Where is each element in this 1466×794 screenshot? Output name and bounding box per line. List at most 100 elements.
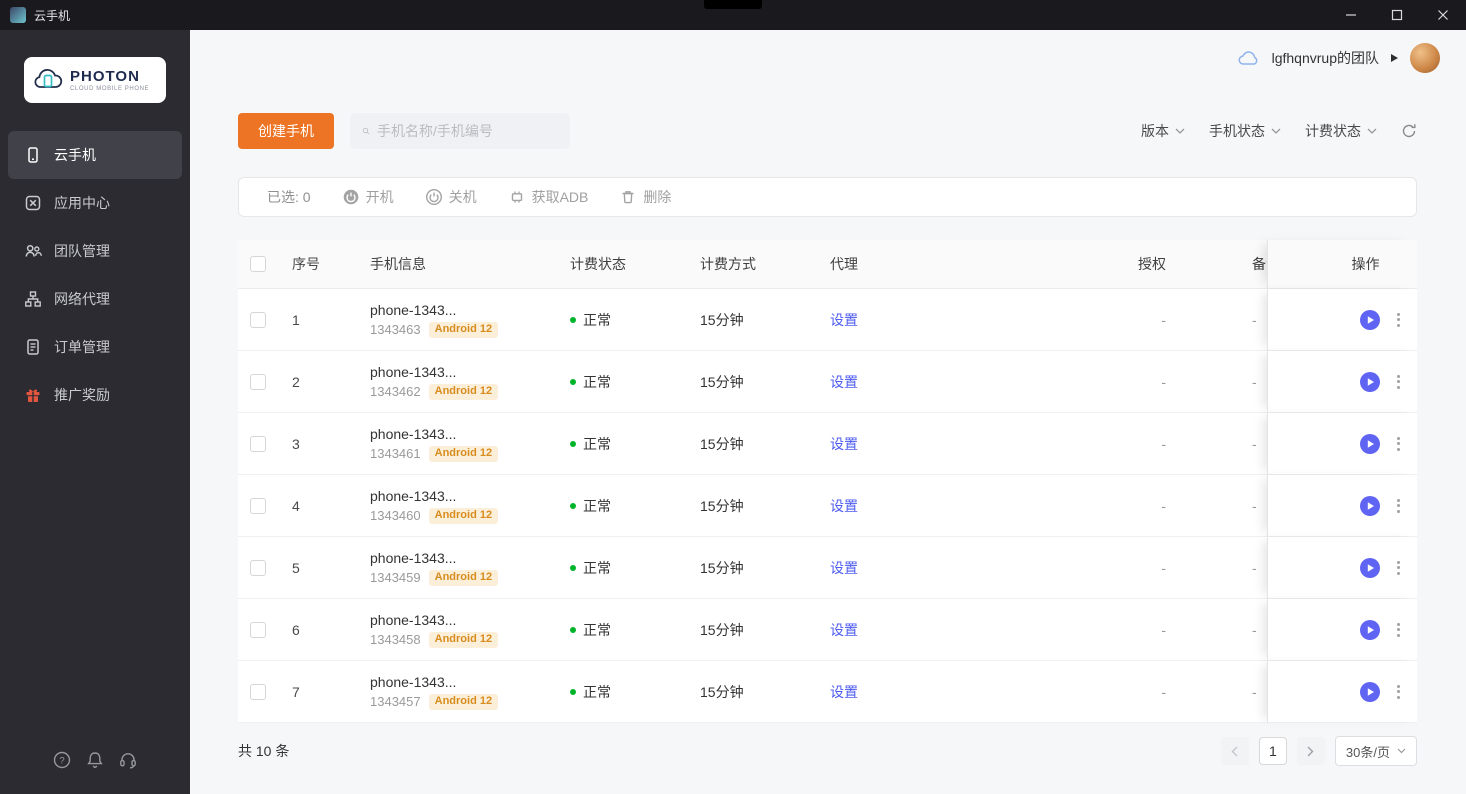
chevron-left-icon	[1231, 746, 1238, 757]
play-button[interactable]	[1360, 310, 1380, 330]
play-button[interactable]	[1360, 434, 1380, 454]
phone-info-cell: phone-1343... 1343463 Android 12	[370, 302, 570, 338]
close-icon	[1437, 9, 1449, 21]
table-row: 2 phone-1343... 1343462 Android 12	[238, 351, 1417, 413]
play-button[interactable]	[1360, 558, 1380, 578]
prev-page-button[interactable]	[1221, 737, 1249, 765]
phone-serial: 1343458	[370, 632, 421, 647]
svg-text:?: ?	[59, 756, 64, 767]
billing-status-cell: 正常	[570, 620, 700, 640]
status-dot	[570, 503, 576, 509]
bell-icon[interactable]	[85, 750, 105, 770]
row-checkbox-cell	[238, 684, 292, 700]
gift-icon	[24, 386, 42, 404]
chevron-right-icon	[1307, 746, 1314, 757]
row-checkbox[interactable]	[250, 312, 266, 328]
row-index: 5	[292, 560, 370, 576]
filter-version[interactable]: 版本	[1141, 121, 1185, 141]
proxy-settings-link[interactable]: 设置	[830, 684, 858, 700]
more-actions-button[interactable]	[1395, 558, 1402, 578]
sidebar-item-referral-rewards[interactable]: 推广奖励	[0, 371, 190, 419]
sidebar-item-orders[interactable]: 订单管理	[0, 323, 190, 371]
proxy-settings-link[interactable]: 设置	[830, 622, 858, 638]
play-button[interactable]	[1360, 682, 1380, 702]
close-button[interactable]	[1420, 0, 1466, 30]
help-icon[interactable]: ?	[52, 750, 72, 770]
row-index: 7	[292, 684, 370, 700]
row-checkbox[interactable]	[250, 374, 266, 390]
filter-group: 版本 手机状态 计费状态	[1141, 121, 1417, 141]
pagination: 1 30条/页	[1221, 736, 1417, 766]
phone-icon	[24, 146, 42, 164]
header-actions: 操作	[1267, 240, 1417, 288]
phone-table: 序号 手机信息 计费状态 计费方式 代理 授权 备注 操作	[238, 240, 1417, 723]
next-page-button[interactable]	[1297, 737, 1325, 765]
row-checkbox[interactable]	[250, 498, 266, 514]
filter-phone-status[interactable]: 手机状态	[1209, 121, 1281, 141]
proxy-cell: 设置	[830, 682, 1056, 702]
get-adb-button[interactable]: 获取ADB	[509, 187, 589, 207]
team-name[interactable]: lgfhqnvrup的团队	[1272, 48, 1379, 68]
table-row: 7 phone-1343... 1343457 Android 12	[238, 661, 1417, 723]
proxy-settings-link[interactable]: 设置	[830, 436, 858, 452]
power-off-button[interactable]: 关机	[426, 187, 477, 207]
trash-icon	[620, 189, 636, 205]
header-phone-info: 手机信息	[370, 254, 570, 274]
row-checkbox[interactable]	[250, 560, 266, 576]
play-button[interactable]	[1360, 372, 1380, 392]
table-row: 1 phone-1343... 1343463 Android 12	[238, 289, 1417, 351]
row-checkbox[interactable]	[250, 622, 266, 638]
proxy-settings-link[interactable]: 设置	[830, 312, 858, 328]
status-dot	[570, 689, 576, 695]
android-version-badge: Android 12	[429, 446, 498, 462]
delete-button[interactable]: 删除	[620, 187, 671, 207]
sidebar-item-cloud-phone[interactable]: 云手机	[8, 131, 182, 179]
cloud-icon	[1238, 49, 1260, 67]
billing-status-cell: 正常	[570, 682, 700, 702]
order-icon	[24, 338, 42, 356]
arrow-right-icon[interactable]	[1391, 54, 1398, 62]
maximize-button[interactable]	[1374, 0, 1420, 30]
row-checkbox[interactable]	[250, 684, 266, 700]
play-button[interactable]	[1360, 496, 1380, 516]
select-all-checkbox[interactable]	[250, 256, 266, 272]
power-on-button[interactable]: 开机	[343, 187, 394, 207]
current-page[interactable]: 1	[1259, 737, 1287, 765]
phone-name: phone-1343...	[370, 302, 570, 318]
refresh-icon[interactable]	[1401, 123, 1417, 139]
phone-serial: 1343463	[370, 322, 421, 337]
more-actions-button[interactable]	[1395, 620, 1402, 640]
billing-status-cell: 正常	[570, 434, 700, 454]
proxy-settings-link[interactable]: 设置	[830, 374, 858, 390]
action-label: 开机	[366, 187, 394, 207]
status-text: 正常	[583, 372, 611, 392]
more-actions-button[interactable]	[1395, 310, 1402, 330]
phone-meta: 1343462 Android 12	[370, 384, 570, 400]
header-auth: 授权	[1056, 254, 1186, 274]
more-actions-button[interactable]	[1395, 372, 1402, 392]
more-actions-button[interactable]	[1395, 434, 1402, 454]
row-checkbox-cell	[238, 560, 292, 576]
minimize-button[interactable]	[1328, 0, 1374, 30]
header-index: 序号	[292, 254, 370, 274]
more-actions-button[interactable]	[1395, 496, 1402, 516]
row-actions	[1267, 537, 1417, 598]
search-input[interactable]	[377, 123, 558, 139]
avatar[interactable]	[1410, 43, 1440, 73]
more-actions-button[interactable]	[1395, 682, 1402, 702]
sidebar-item-team[interactable]: 团队管理	[0, 227, 190, 275]
create-phone-button[interactable]: 创建手机	[238, 113, 334, 149]
sidebar-item-network-proxy[interactable]: 网络代理	[0, 275, 190, 323]
filter-label: 计费状态	[1305, 121, 1361, 141]
filter-billing-status[interactable]: 计费状态	[1305, 121, 1377, 141]
row-checkbox[interactable]	[250, 436, 266, 452]
play-button[interactable]	[1360, 620, 1380, 640]
sidebar-item-app-center[interactable]: 应用中心	[0, 179, 190, 227]
proxy-settings-link[interactable]: 设置	[830, 498, 858, 514]
sidebar: PHOTON CLOUD MOBILE PHONE 云手机 应用中心 团队管理	[0, 30, 190, 794]
page-size-select[interactable]: 30条/页	[1335, 736, 1417, 766]
proxy-settings-link[interactable]: 设置	[830, 560, 858, 576]
android-version-badge: Android 12	[429, 322, 498, 338]
headset-icon[interactable]	[118, 750, 138, 770]
chevron-down-icon	[1367, 128, 1377, 134]
